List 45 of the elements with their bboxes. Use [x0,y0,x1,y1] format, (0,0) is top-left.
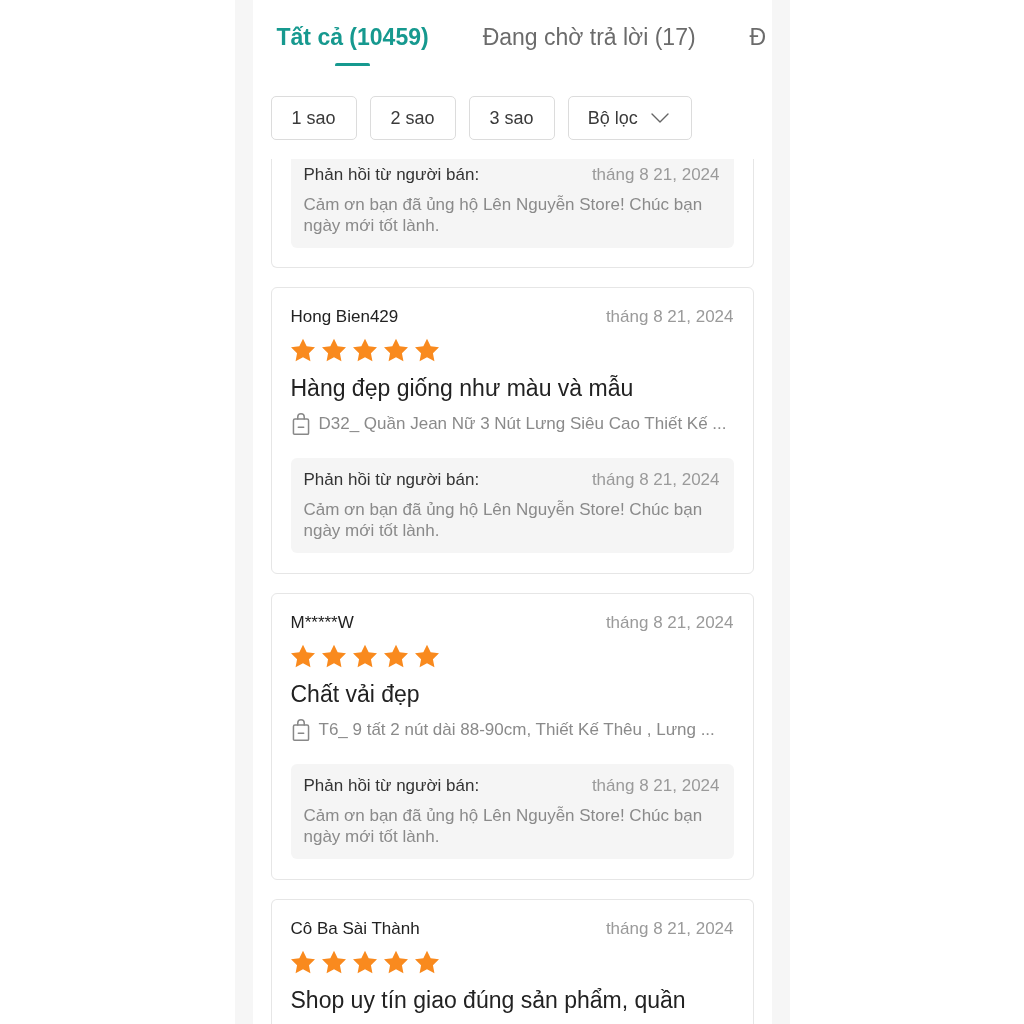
star-icon [383,950,408,974]
star-icon [414,950,439,974]
star-icon [290,950,315,974]
review-date: tháng 8 21, 2024 [605,918,734,940]
product-name: D32_ Quần Jean Nữ 3 Nút Lưng Siêu Cao Thiết Kế ... [318,413,727,435]
filter-dropdown[interactable]: Bộ lọc [567,96,692,140]
reply-text: Cảm ơn bạn đã ủng hộ Lên Nguyễn Store! Chúc bạn ngày mới tốt lành. [303,805,704,847]
star-icon [352,950,377,974]
star-icon [290,338,315,362]
review-comment: Hàng đẹp giống như màu và mẫu [290,374,635,403]
shopping-bag-icon [290,413,311,435]
shopping-bag-icon [290,719,311,741]
reviewer-name: Hong Bien429 [290,306,399,328]
reply-date: tháng 8 21, 2024 [591,775,720,797]
reply-label: Phản hồi từ người bán: [303,164,480,186]
star-icon [383,644,408,668]
filter-chip[interactable]: 1 sao [270,96,357,140]
reply-label: Phản hồi từ người bán: [303,469,480,491]
tab[interactable]: Đ [749,23,767,51]
review-date: tháng 8 21, 2024 [605,306,734,328]
star-icon [352,338,377,362]
chevron-down-icon [650,113,669,123]
filter-chip[interactable]: 3 sao [468,96,555,140]
tab[interactable]: Tất cả (10459) [276,23,429,66]
reply-date: tháng 8 21, 2024 [591,469,720,491]
star-icon [414,644,439,668]
star-icon [383,338,408,362]
star-icon [321,644,346,668]
product-name: T6_ 9 tất 2 nút dài 88-90cm, Thiết Kế Thêu , Lưng ... [318,719,715,741]
reviewer-name: Cô Ba Sài Thành [290,918,420,940]
reply-label: Phản hồi từ người bán: [303,775,480,797]
filter-chip[interactable]: 2 sao [369,96,456,140]
reviewer-name: M*****W [290,612,354,634]
review-date: tháng 8 21, 2024 [605,612,734,634]
reply-date: tháng 8 21, 2024 [591,164,720,186]
star-icon [352,644,377,668]
star-icon [321,950,346,974]
reply-text: Cảm ơn bạn đã ủng hộ Lên Nguyễn Store! Chúc bạn ngày mới tốt lành. [303,194,704,236]
review-comment: Shop uy tín giao đúng sản phẩm, quần [290,986,687,1015]
star-icon [321,338,346,362]
star-icon [414,338,439,362]
reply-text: Cảm ơn bạn đã ủng hộ Lên Nguyễn Store! Chúc bạn ngày mới tốt lành. [303,499,704,541]
star-icon [290,644,315,668]
tab[interactable]: Đang chờ trả lời (17) [482,23,696,51]
review-comment: Chất vải đẹp [290,680,421,709]
